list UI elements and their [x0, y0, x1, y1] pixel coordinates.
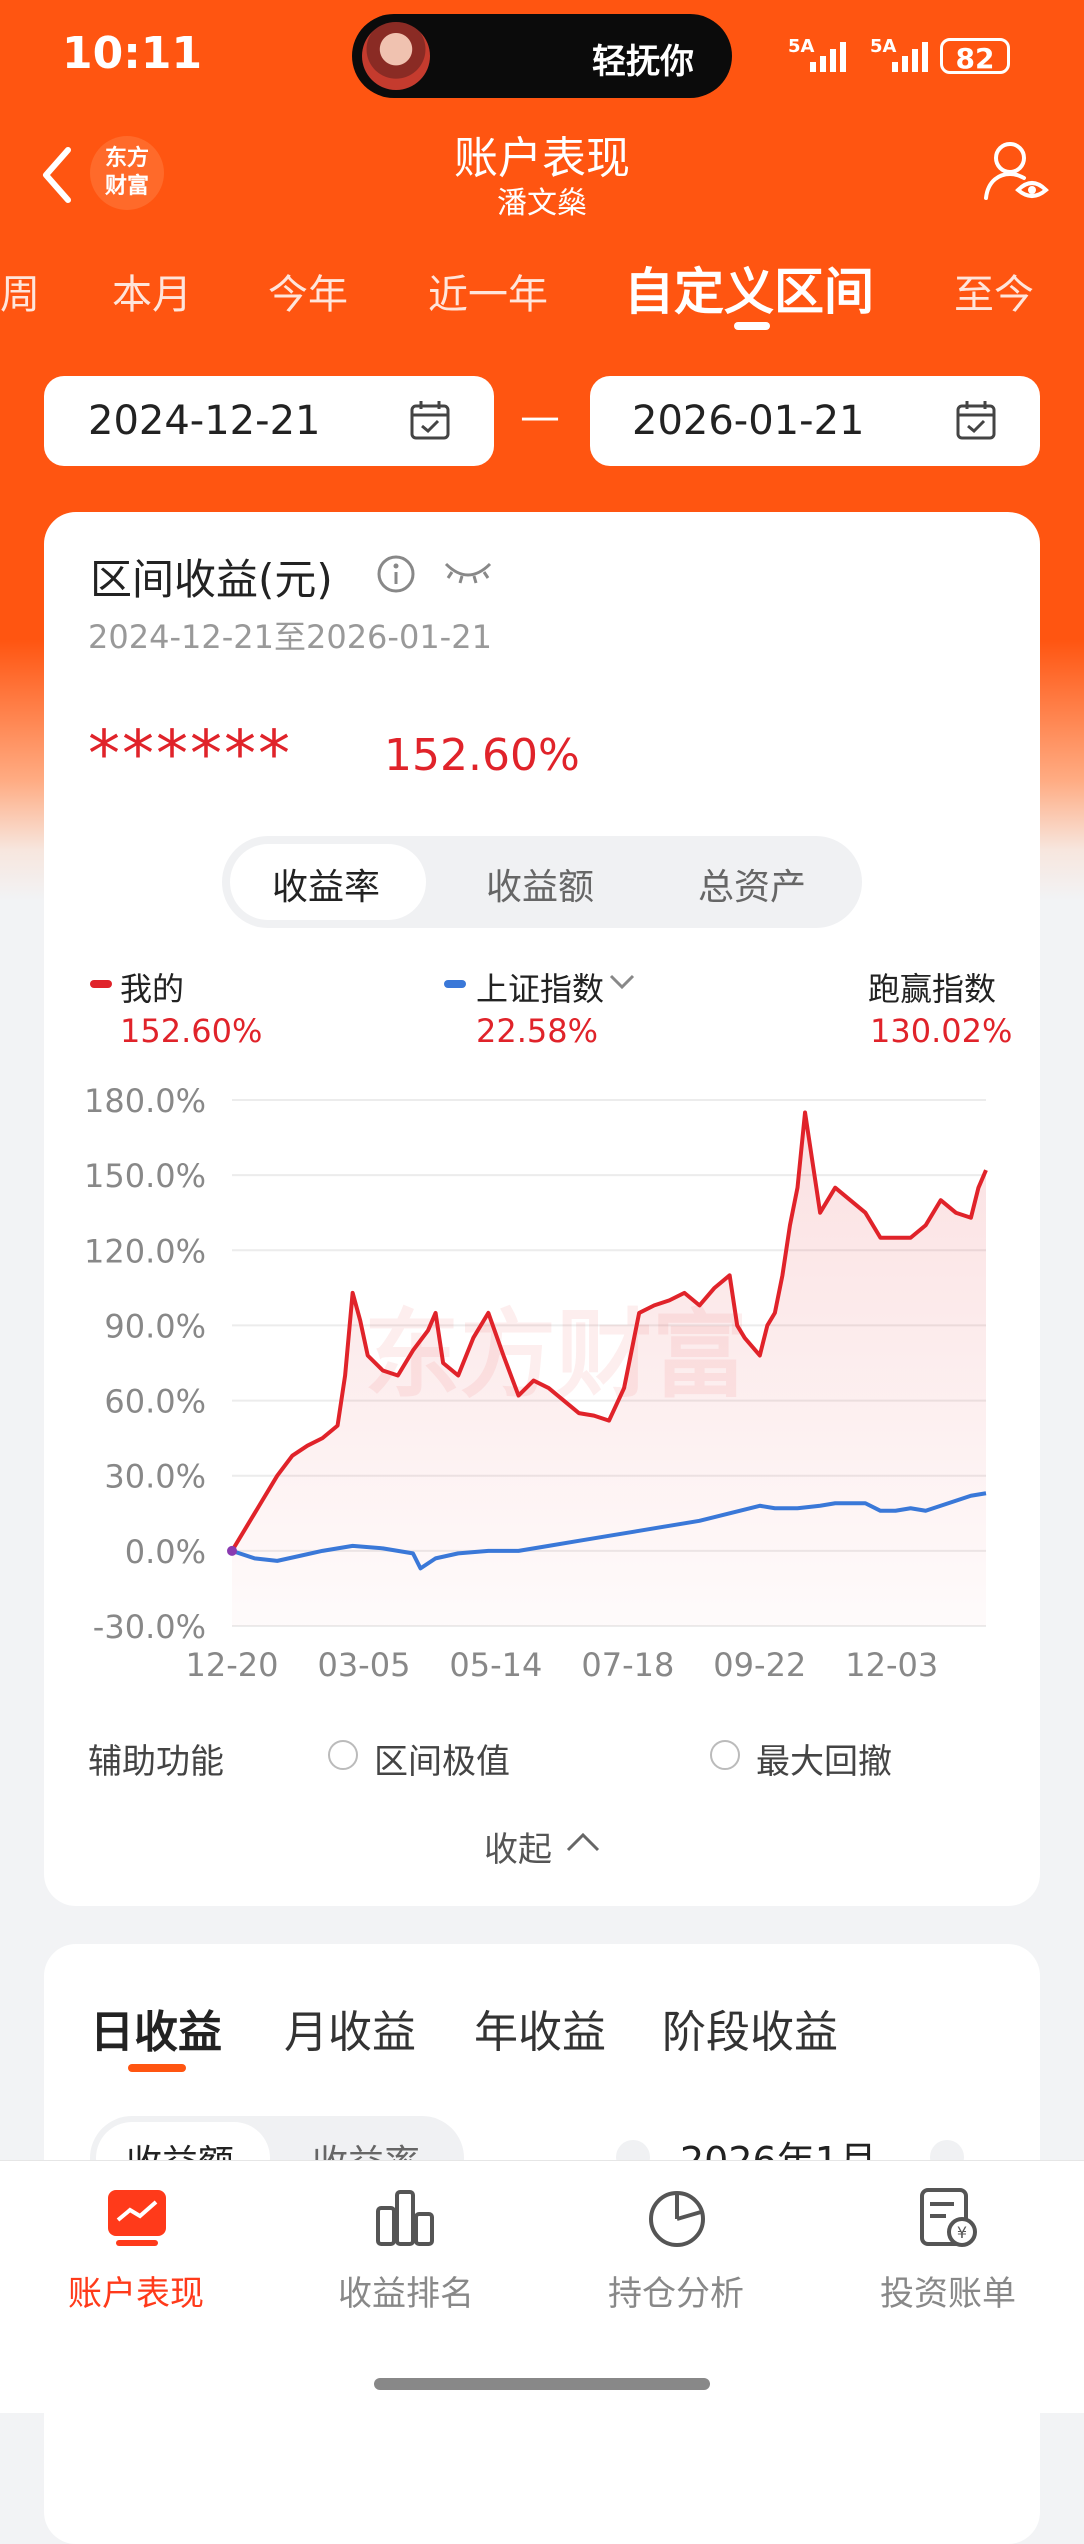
account-name: 潘文燊: [497, 186, 587, 221]
legend-outperform-value: 130.02%: [870, 1012, 1013, 1050]
x-tick-label: 12-20: [186, 1646, 279, 1684]
date-range-text: 2024-12-21至2026-01-21: [88, 618, 492, 656]
interval-extremes-label[interactable]: 区间极值: [374, 1734, 510, 1783]
now-playing-text: 轻抚你: [592, 42, 694, 82]
legend-index-value: 22.58%: [476, 1012, 599, 1050]
battery-icon: 82: [940, 38, 1010, 75]
nav-income-ranking[interactable]: 收益排名: [306, 2266, 506, 2315]
tab-indicator: [734, 322, 770, 330]
tab-period-income[interactable]: 阶段收益: [662, 1996, 838, 2060]
eye-closed-icon[interactable]: [442, 556, 494, 588]
legend-index-swatch: [444, 980, 466, 988]
x-tick-label: 07-18: [581, 1646, 674, 1684]
album-art-icon: [362, 22, 430, 90]
ranking-bars-icon[interactable]: [372, 2184, 438, 2250]
account-performance-icon[interactable]: [104, 2184, 170, 2250]
status-time: 10:11: [62, 28, 203, 79]
tab-yearly-income[interactable]: 年收益: [474, 1996, 606, 2060]
nav-account-performance[interactable]: 账户表现: [36, 2266, 236, 2315]
legend-mine-value: 152.60%: [120, 1012, 263, 1050]
nav-investment-bill[interactable]: 投资账单: [848, 2266, 1048, 2315]
radio-max-drawdown[interactable]: [710, 1740, 740, 1770]
return-percent: 152.60%: [384, 730, 580, 781]
calendar-icon[interactable]: [954, 398, 998, 442]
x-tick-label: 12-03: [845, 1646, 938, 1684]
chevron-down-icon[interactable]: [608, 972, 636, 992]
x-tick-label: 09-22: [713, 1646, 806, 1684]
tab-custom-range[interactable]: 自定义区间: [624, 252, 874, 324]
tab-week[interactable]: 周: [0, 262, 40, 320]
segment-return-rate[interactable]: 收益率: [272, 858, 380, 910]
tab-this-year[interactable]: 今年: [268, 262, 348, 320]
income-tab-indicator: [128, 2064, 186, 2072]
segment-return-amount[interactable]: 收益额: [486, 858, 594, 910]
radio-interval-extremes[interactable]: [328, 1740, 358, 1770]
pie-chart-icon[interactable]: [644, 2184, 710, 2250]
x-tick-label: 05-14: [449, 1646, 542, 1684]
tab-daily-income[interactable]: 日收益: [90, 1996, 222, 2060]
chevron-up-icon[interactable]: [564, 1826, 602, 1856]
home-indicator[interactable]: [374, 2378, 710, 2390]
y-tick-label: 90.0%: [104, 1307, 206, 1345]
signal-bars-icon: [810, 42, 846, 72]
legend-index-name[interactable]: 上证指数: [476, 964, 604, 1010]
user-privacy-icon[interactable]: [980, 136, 1052, 208]
legend-mine-swatch: [90, 980, 112, 988]
card-title: 区间收益(元): [90, 555, 333, 604]
y-tick-label: 0.0%: [125, 1533, 206, 1571]
y-tick-label: 60.0%: [104, 1383, 206, 1421]
end-date-value: 2026-01-21: [632, 398, 865, 444]
returns-line-chart[interactable]: 东方财富 180.0%150.0%120.0%90.0%60.0%30.0%0.…: [0, 1070, 1084, 1690]
page-title: 账户表现: [454, 133, 630, 184]
series-start-point: [227, 1545, 237, 1556]
aux-functions-label: 辅助功能: [88, 1742, 224, 1782]
legend-mine-name: 我的: [120, 970, 185, 1008]
collapse-button[interactable]: 收起: [484, 1822, 552, 1871]
x-tick-label: 03-05: [317, 1646, 410, 1684]
y-tick-label: 30.0%: [104, 1458, 206, 1496]
segment-total-assets[interactable]: 总资产: [698, 858, 806, 910]
signal-bars-icon: [892, 42, 928, 72]
date-separator: —: [520, 394, 560, 440]
tab-this-month[interactable]: 本月: [112, 262, 192, 320]
masked-amount: ******: [88, 718, 292, 792]
y-tick-label: 180.0%: [84, 1082, 206, 1120]
y-tick-label: -30.0%: [93, 1608, 206, 1646]
nav-holdings-analysis[interactable]: 持仓分析: [576, 2266, 776, 2315]
start-date-value: 2024-12-21: [88, 398, 321, 444]
max-drawdown-label[interactable]: 最大回撤: [756, 1734, 892, 1783]
svg-text:¥: ¥: [957, 2223, 967, 2242]
y-tick-label: 120.0%: [84, 1232, 206, 1270]
tab-past-year[interactable]: 近一年: [428, 262, 548, 320]
tab-to-date[interactable]: 至今: [954, 262, 1034, 320]
y-tick-label: 150.0%: [84, 1157, 206, 1195]
tab-monthly-income[interactable]: 月收益: [284, 1996, 416, 2060]
legend-outperform-name: 跑赢指数: [868, 970, 997, 1008]
calendar-icon[interactable]: [408, 398, 452, 442]
info-icon[interactable]: [376, 554, 416, 594]
bill-icon[interactable]: ¥: [914, 2184, 980, 2250]
